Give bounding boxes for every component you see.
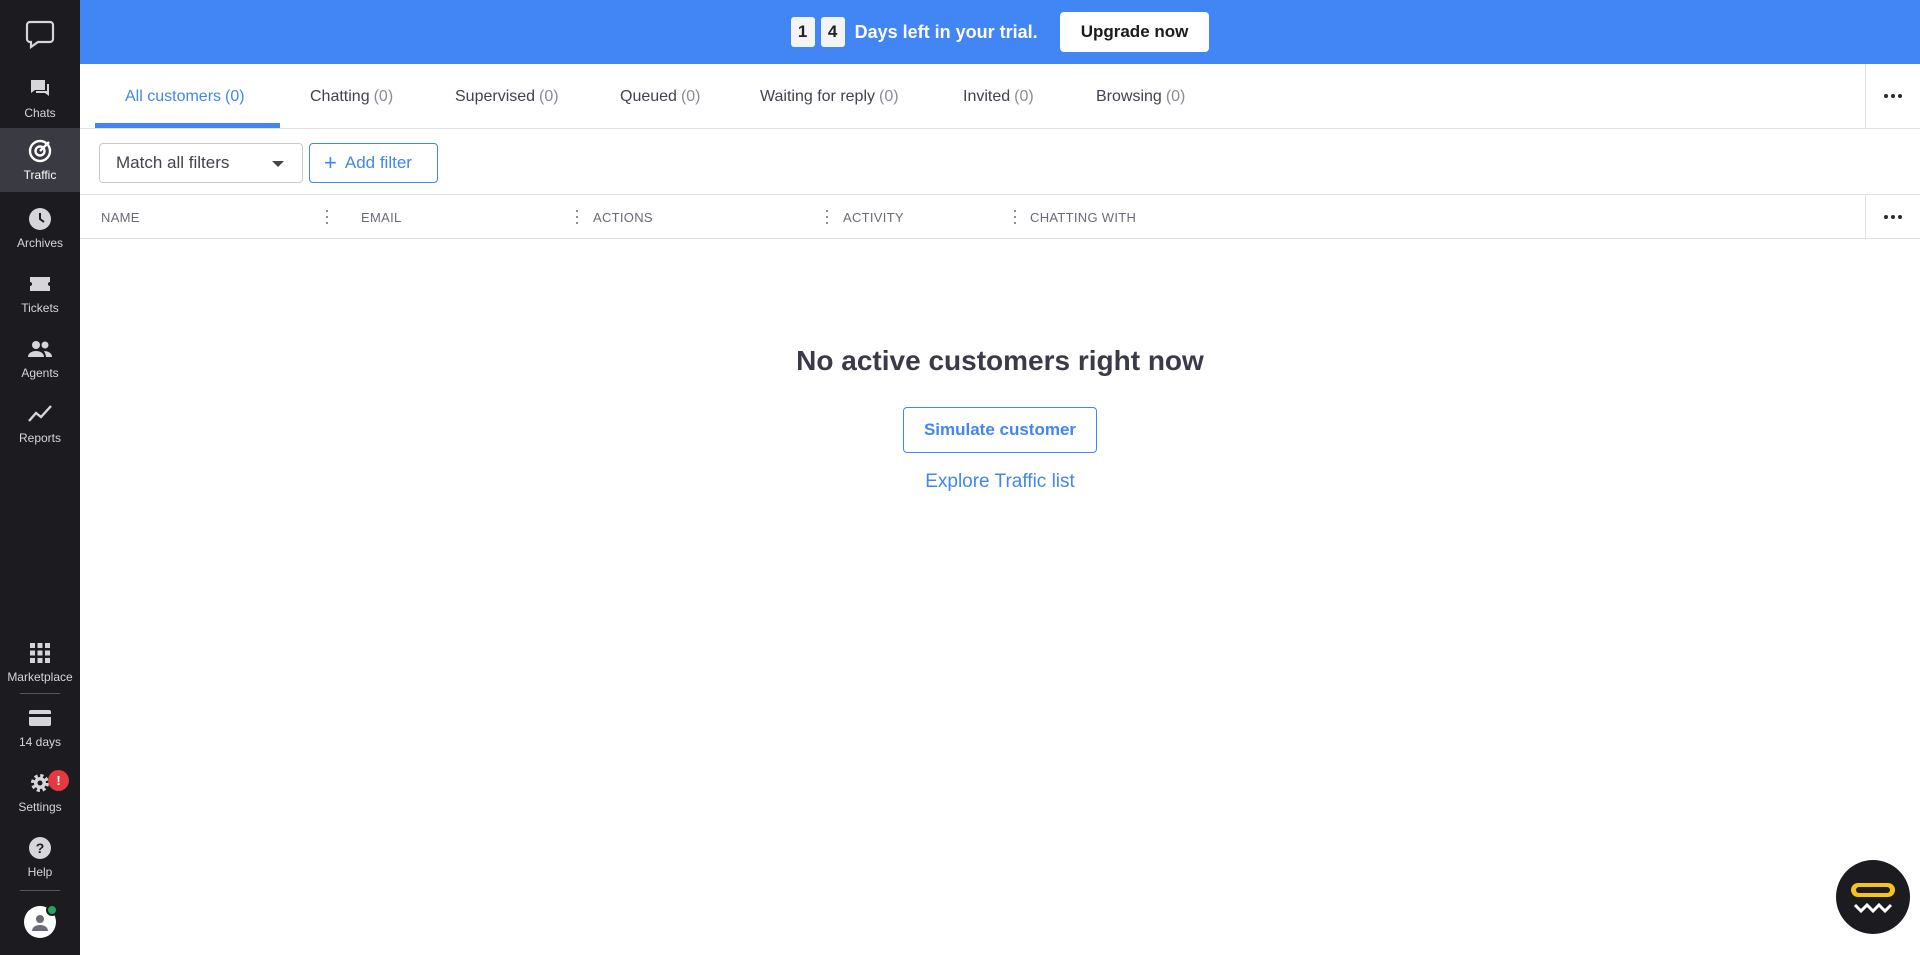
tab-label: Browsing (1096, 87, 1162, 105)
column-header-actions[interactable]: ACTIONS (593, 195, 653, 239)
sidebar-item-help[interactable]: ? Help (0, 825, 80, 887)
tab-count: (0) (1014, 87, 1034, 105)
sidebar-item-label: Agents (21, 366, 59, 380)
more-horizontal-icon (1884, 94, 1902, 98)
match-filters-value: Match all filters (116, 153, 230, 172)
main-content: 1 4 Days left in your trial. Upgrade now… (80, 0, 1920, 955)
chat-widget-button[interactable] (1836, 860, 1910, 934)
tab-count: (0) (373, 87, 394, 105)
tab-waiting-for-reply[interactable]: Waiting for reply (0) (760, 64, 899, 129)
tab-label: Queued (620, 87, 677, 105)
table-header: NAME EMAIL ACTIONS ACTIVITY CHATTING WIT… (80, 195, 1920, 239)
logo-chat-icon (25, 20, 55, 50)
card-icon (27, 705, 53, 731)
chart-line-icon (27, 401, 53, 427)
tab-count: (0) (879, 87, 899, 105)
sidebar-item-label: Chats (24, 106, 56, 120)
column-resize-handle[interactable] (575, 210, 579, 224)
sidebar-divider (20, 890, 60, 891)
sidebar-item-label: Tickets (21, 301, 59, 315)
column-resize-handle[interactable] (1013, 210, 1017, 224)
widget-mascot-icon (1851, 883, 1895, 914)
user-silhouette-icon (32, 915, 48, 931)
add-filter-label: Add filter (344, 153, 412, 172)
sidebar: Chats Traffic Archives Tickets Agents Re… (0, 0, 80, 955)
sidebar-item-traffic[interactable]: Traffic (0, 128, 80, 192)
sidebar-item-chats[interactable]: Chats (0, 66, 80, 128)
sidebar-item-reports[interactable]: Reports (0, 391, 80, 453)
trial-text: Days left in your trial. (854, 21, 1038, 42)
chat-bubble-icon (27, 76, 53, 102)
help-icon: ? (27, 835, 53, 861)
sidebar-item-label: Settings (18, 800, 62, 814)
empty-state-title: No active customers right now (796, 345, 1204, 376)
settings-alert-badge: ! (48, 770, 69, 791)
sidebar-item-agents[interactable]: Agents (0, 326, 80, 388)
tab-count: (0) (539, 87, 559, 105)
add-filter-button[interactable]: + Add filter (309, 143, 438, 183)
match-filters-select[interactable]: Match all filters (99, 143, 303, 183)
trial-days-digit: 4 (820, 17, 845, 47)
tab-label: All customers (125, 87, 222, 105)
plus-icon: + (324, 150, 337, 175)
more-horizontal-icon (1884, 215, 1902, 219)
svg-text:?: ? (36, 840, 45, 856)
sidebar-item-marketplace[interactable]: Marketplace (0, 630, 80, 692)
tab-count: (0) (680, 87, 701, 105)
user-avatar[interactable] (24, 904, 58, 938)
column-header-activity[interactable]: ACTIVITY (843, 195, 904, 239)
sidebar-item-tickets[interactable]: Tickets (0, 261, 80, 323)
tab-chatting[interactable]: Chatting (0) (310, 64, 393, 129)
columns-more-button[interactable] (1865, 195, 1920, 239)
sidebar-item-label: Reports (18, 431, 62, 445)
trial-days-digit: 1 (790, 17, 815, 47)
column-header-chatting-with[interactable]: CHATTING WITH (1030, 195, 1136, 239)
column-header-name[interactable]: NAME (101, 195, 140, 239)
traffic-tabs: All customers (0) Chatting (0) Supervised(… (80, 64, 1920, 129)
sidebar-item-archives[interactable]: Archives (0, 196, 80, 258)
filters-bar: Match all filters + Add filter (80, 129, 1920, 195)
tab-supervised[interactable]: Supervised (0) (455, 64, 559, 129)
tab-count: (0) (225, 87, 245, 105)
tab-label: Chatting (310, 87, 370, 105)
app-logo[interactable] (0, 18, 80, 54)
tab-invited[interactable]: Invited (0) (963, 64, 1034, 129)
tab-queued[interactable]: Queued (0) (620, 64, 701, 129)
explore-traffic-link[interactable]: Explore Traffic list (80, 471, 1920, 493)
simulate-customer-button[interactable]: Simulate customer (903, 407, 1097, 453)
sidebar-divider (20, 693, 60, 694)
ticket-icon (27, 271, 53, 297)
column-header-email[interactable]: EMAIL (361, 195, 402, 239)
sidebar-item-label: Traffic (23, 168, 57, 182)
sidebar-item-label: 14 days (18, 735, 62, 749)
sidebar-item-label: Marketplace (7, 670, 73, 684)
app-root: Chats Traffic Archives Tickets Agents Re… (0, 0, 1920, 955)
sidebar-item-label: Help (27, 865, 53, 879)
column-resize-handle[interactable] (825, 210, 829, 224)
grid-icon (27, 640, 53, 666)
tab-all-customers[interactable]: All customers (0) (125, 64, 245, 129)
sidebar-item-trial-days[interactable]: 14 days (0, 695, 80, 757)
sidebar-item-label: Archives (16, 236, 63, 250)
tab-label: Supervised (455, 87, 536, 105)
tab-browsing[interactable]: Browsing (0) (1096, 64, 1185, 129)
tab-label: Waiting for reply (760, 87, 875, 105)
tabs-more-button[interactable] (1865, 64, 1920, 128)
sidebar-item-settings[interactable]: Settings (0, 760, 80, 822)
column-resize-handle[interactable] (325, 210, 329, 224)
tab-count: (0) (1165, 87, 1186, 105)
trial-banner: 1 4 Days left in your trial. Upgrade now (80, 0, 1920, 64)
traffic-target-icon (27, 138, 53, 164)
upgrade-now-button[interactable]: Upgrade now (1059, 12, 1210, 52)
tab-label: Invited (963, 87, 1011, 105)
online-status-dot (46, 904, 58, 916)
agents-icon (27, 336, 53, 362)
caret-down-icon (272, 161, 284, 167)
clock-icon (27, 206, 53, 232)
active-tab-underline (95, 123, 280, 128)
